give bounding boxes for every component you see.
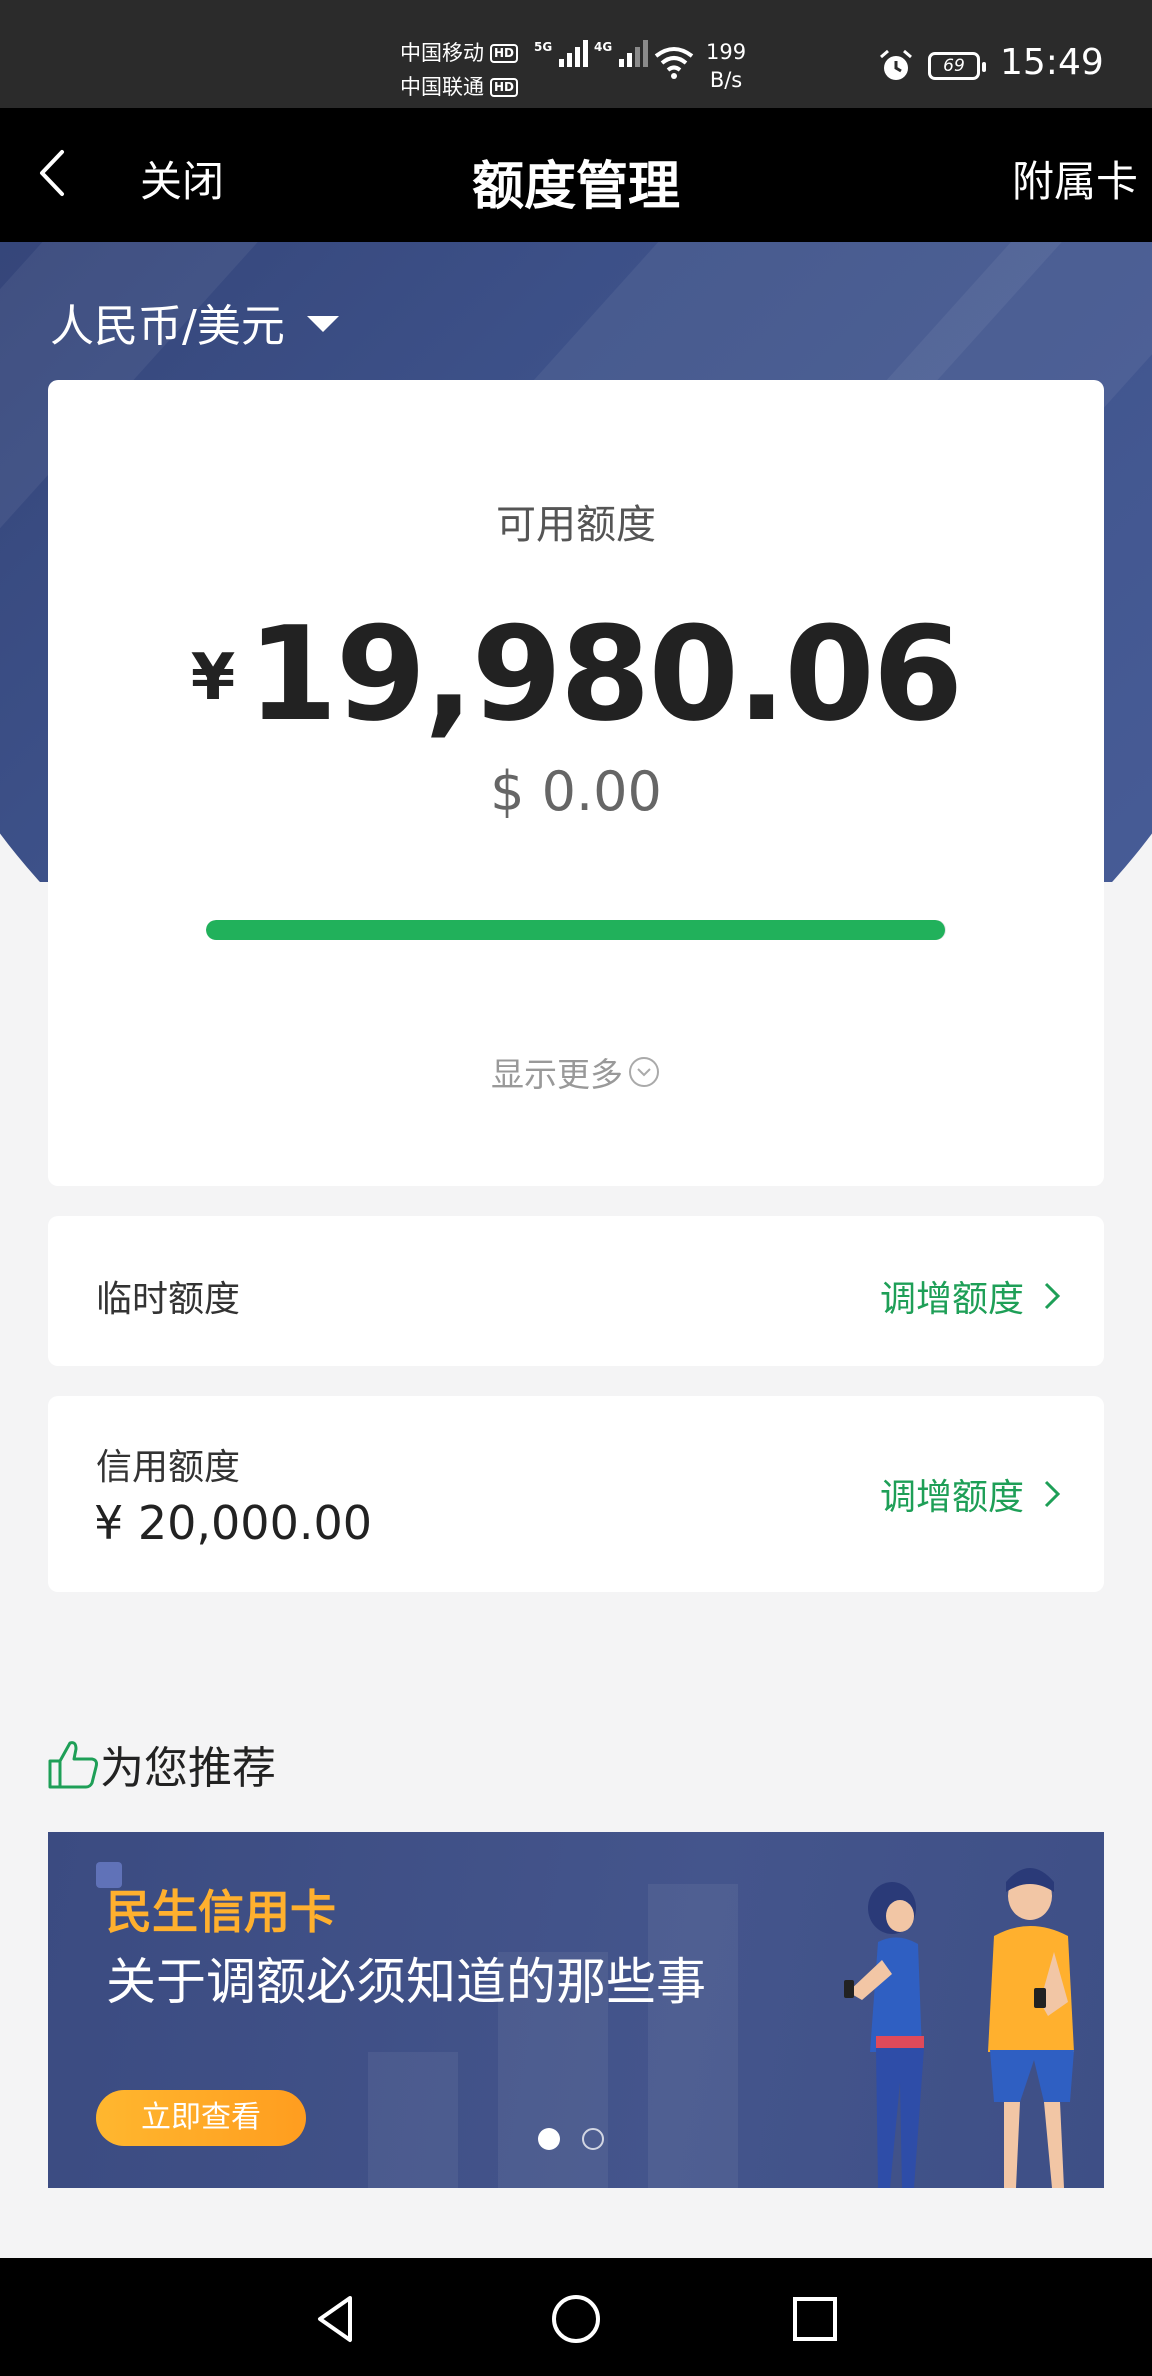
carrier-2: 中国联通	[400, 75, 484, 99]
increase-temporary-quota-button[interactable]: 调增额度	[880, 1270, 1064, 1322]
recommend-title: 为您推荐	[100, 1743, 276, 1794]
quota-progress-bar	[206, 920, 946, 940]
navigation-bar: 关闭 额度管理 附属卡	[0, 108, 1152, 242]
promo-banner[interactable]: 民生信用卡 关于调额必须知道的那些事 立即查看	[48, 1832, 1104, 2188]
close-button[interactable]: 关闭	[140, 148, 224, 209]
battery-icon: 69	[928, 52, 986, 80]
dropdown-caret-icon	[306, 316, 339, 332]
increase-quota-label: 调增额度	[879, 1279, 1024, 1320]
signal-4g-icon: 4G	[594, 40, 649, 67]
available-amount-value: 19,980.06	[247, 598, 963, 750]
show-more-button[interactable]: 显示更多	[48, 1048, 1104, 1096]
people-illustration	[844, 1868, 1074, 2188]
available-quota-card: 可用额度 ¥19,980.06 $ 0.00 显示更多	[48, 380, 1104, 1186]
carousel-indicator	[538, 2128, 604, 2150]
system-navigation-bar	[0, 2258, 1152, 2376]
currency-selector[interactable]: 人民币/美元	[50, 290, 339, 354]
show-more-label: 显示更多	[491, 1055, 623, 1094]
signal-5g-icon: 5G	[534, 40, 589, 67]
supplementary-card-button[interactable]: 附属卡	[1012, 148, 1138, 209]
usd-amount: $ 0.00	[490, 760, 662, 823]
currency-label: 人民币/美元	[50, 301, 285, 352]
recommend-heading: 为您推荐	[46, 1732, 276, 1796]
credit-quota-row[interactable]: 信用额度 ¥ 20,000.00 调增额度	[48, 1396, 1104, 1592]
hd-badge: HD	[490, 77, 519, 97]
status-bar: 中国移动 HD 中国联通 HD 5G 4G 199 B/s 69 15:49	[0, 0, 1152, 108]
home-circle-icon[interactable]	[549, 2292, 603, 2346]
carousel-dot[interactable]	[582, 2128, 604, 2150]
banner-building	[368, 2052, 458, 2188]
recents-square-icon[interactable]	[788, 2292, 842, 2346]
temporary-quota-label: 临时额度	[96, 1279, 241, 1320]
credit-quota-amount: ¥ 20,000.00	[94, 1496, 372, 1550]
network-type-4g: 4G	[594, 40, 613, 54]
speed-unit: B/s	[709, 68, 743, 92]
view-now-button[interactable]: 立即查看	[96, 2090, 306, 2146]
wifi-icon	[654, 47, 694, 79]
increase-credit-quota-button[interactable]: 调增额度	[880, 1468, 1064, 1520]
credit-quota-label: 信用额度	[96, 1447, 241, 1488]
chevron-down-circle-icon	[629, 1057, 659, 1087]
carousel-dot-active[interactable]	[538, 2128, 560, 2150]
back-triangle-icon[interactable]	[310, 2292, 364, 2346]
banner-brand: 民生信用卡	[106, 1885, 336, 1939]
speed-value: 199	[706, 40, 747, 64]
carrier-1: 中国移动	[400, 41, 484, 65]
banner-building	[648, 1884, 738, 2188]
quota-progress-fill	[206, 920, 946, 940]
currency-symbol: ¥	[190, 641, 236, 715]
chevron-right-icon	[1044, 1282, 1061, 1310]
alarm-icon	[880, 49, 912, 80]
back-arrow-icon[interactable]	[30, 148, 80, 198]
carrier-info: 中国移动 HD 中国联通 HD	[400, 36, 519, 104]
increase-quota-label: 调增额度	[879, 1477, 1024, 1518]
network-type-5g: 5G	[534, 40, 553, 54]
network-speed: 199 B/s	[706, 38, 746, 94]
available-amount: ¥19,980.06	[48, 598, 1104, 750]
clock: 15:49	[1000, 42, 1104, 83]
available-quota-label: 可用额度	[496, 502, 656, 548]
chevron-right-icon	[1044, 1480, 1061, 1508]
temporary-quota-row[interactable]: 临时额度 调增额度	[48, 1216, 1104, 1366]
hd-badge: HD	[490, 43, 519, 63]
banner-headline: 关于调额必须知道的那些事	[106, 1953, 706, 2011]
thumbs-up-icon	[48, 1741, 98, 1789]
